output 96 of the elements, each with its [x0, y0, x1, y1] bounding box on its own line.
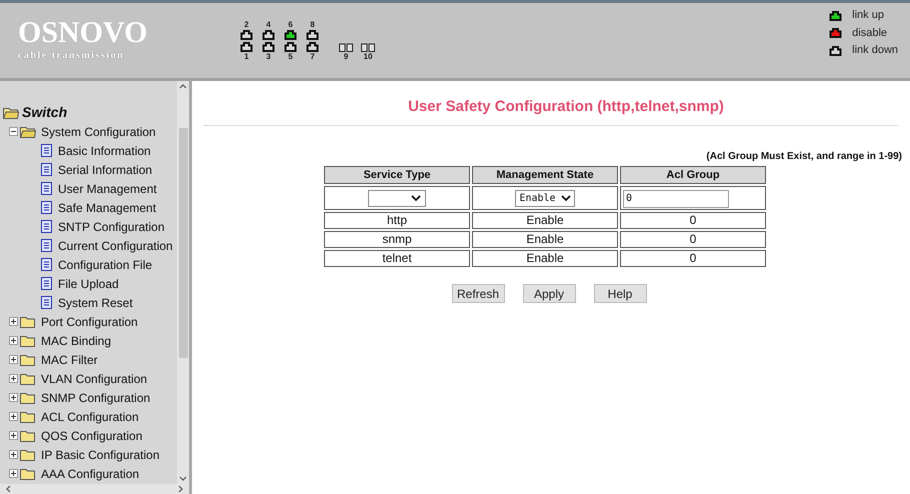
folder-icon — [20, 372, 36, 384]
scroll-thumb[interactable] — [178, 128, 188, 358]
column-header: Service Type — [324, 166, 470, 184]
chevron-down-icon — [411, 195, 421, 202]
tree-item[interactable]: File Upload — [58, 274, 119, 292]
tree-folder[interactable]: MAC Filter — [41, 350, 98, 368]
action-button[interactable]: Help — [594, 284, 646, 303]
tree-folder[interactable]: VLAN Configuration — [41, 370, 148, 388]
expand-icon[interactable] — [9, 412, 18, 421]
open-folder-icon — [3, 106, 19, 118]
action-button[interactable]: Apply — [522, 284, 576, 303]
port-number: 8 — [310, 20, 315, 29]
document-icon — [41, 201, 52, 214]
document-icon — [41, 277, 52, 290]
table-cell: Enable — [472, 231, 618, 248]
tree-item[interactable]: Serial Information — [58, 160, 152, 178]
action-button[interactable]: Refresh — [452, 284, 504, 303]
tree-item[interactable]: Basic Information — [58, 142, 151, 160]
service-type-select[interactable] — [368, 190, 426, 208]
logo-name: OSNOVO — [18, 18, 148, 48]
document-icon — [41, 239, 52, 252]
tree-folder[interactable]: IP Basic Configuration — [41, 446, 160, 464]
open-folder-icon — [20, 126, 36, 138]
folder-icon — [20, 392, 36, 404]
expand-icon[interactable] — [9, 450, 18, 459]
table-cell: snmp — [324, 231, 470, 248]
folder-icon — [20, 334, 36, 346]
table-cell: telnet — [324, 250, 470, 267]
document-icon — [41, 163, 52, 176]
table-cell: Enable — [472, 250, 618, 267]
folder-icon — [20, 430, 36, 442]
tree-item[interactable]: Current Configuration — [58, 236, 173, 254]
page-title: User Safety Configuration (http,telnet,snmp) — [408, 97, 724, 117]
document-icon — [41, 296, 52, 309]
port-number: 9 — [344, 52, 348, 61]
logo-tagline: cable transmission — [18, 49, 124, 63]
vertical-scrollbar[interactable] — [177, 81, 189, 484]
sfp-port-icon — [361, 43, 375, 52]
tree-item[interactable]: Configuration File — [58, 256, 152, 274]
port-number: 7 — [310, 52, 315, 61]
collapse-icon[interactable] — [9, 127, 18, 136]
acl-note: (Acl Group Must Exist, and range in 1-99) — [706, 150, 902, 164]
legend-label: link up — [852, 8, 884, 23]
tree-folder[interactable]: MAC Binding — [41, 332, 112, 350]
sfp-port-icon — [339, 43, 353, 52]
folder-icon — [20, 410, 36, 422]
table-cell: 0 — [620, 212, 766, 229]
tree-item[interactable]: Safe Management — [58, 198, 156, 216]
column-header: Management State — [472, 166, 618, 184]
chevron-down-icon — [560, 195, 571, 202]
document-icon — [41, 144, 52, 157]
tree-item[interactable]: User Management — [58, 180, 157, 198]
tree-item[interactable]: System Reset — [58, 294, 133, 312]
expand-icon[interactable] — [9, 374, 18, 383]
scroll-up-icon[interactable] — [179, 84, 187, 89]
document-icon — [41, 258, 52, 271]
tree-folder[interactable]: SNMP Configuration — [41, 388, 150, 406]
port-number: 1 — [244, 52, 249, 61]
expand-icon[interactable] — [9, 336, 18, 345]
management-state-select[interactable]: Enable — [515, 190, 575, 208]
legend-label: link down — [852, 43, 898, 58]
port-number: 10 — [364, 52, 372, 61]
folder-icon — [20, 316, 36, 328]
folder-icon — [20, 448, 36, 460]
column-header: Acl Group — [620, 166, 766, 184]
port-number: 2 — [244, 20, 249, 29]
tree-folder[interactable]: System Configuration — [41, 122, 156, 140]
tree-folder[interactable]: ACL Configuration — [41, 408, 139, 426]
folder-icon — [20, 468, 36, 480]
expand-icon[interactable] — [9, 393, 18, 402]
port-number: 5 — [288, 52, 293, 61]
tree-item[interactable]: SNTP Configuration — [58, 218, 164, 236]
table-cell: Enable — [472, 212, 618, 229]
horizontal-scrollbar[interactable] — [0, 484, 189, 494]
table-cell: 0 — [620, 231, 766, 248]
table-cell: 0 — [620, 250, 766, 267]
document-icon — [41, 220, 52, 233]
acl-group-input[interactable]: 0 — [623, 190, 729, 208]
expand-icon[interactable] — [9, 317, 18, 326]
scroll-right-icon[interactable] — [178, 485, 183, 493]
scroll-left-icon[interactable] — [6, 485, 11, 493]
tree-root[interactable]: Switch — [22, 102, 68, 123]
table-cell: http — [324, 212, 470, 229]
port-number: 6 — [288, 20, 293, 29]
tree-folder[interactable]: QOS Configuration — [41, 426, 142, 444]
folder-icon — [20, 354, 36, 366]
expand-icon[interactable] — [9, 431, 18, 440]
expand-icon[interactable] — [9, 469, 18, 478]
document-icon — [41, 182, 52, 195]
legend-label: disable — [852, 26, 887, 40]
tree-folder[interactable]: Port Configuration — [41, 312, 138, 330]
expand-icon[interactable] — [9, 355, 18, 364]
port-number: 3 — [266, 52, 271, 61]
port-number: 4 — [266, 20, 271, 29]
scroll-down-icon[interactable] — [179, 476, 187, 481]
tree-folder[interactable]: AAA Configuration — [41, 464, 140, 482]
